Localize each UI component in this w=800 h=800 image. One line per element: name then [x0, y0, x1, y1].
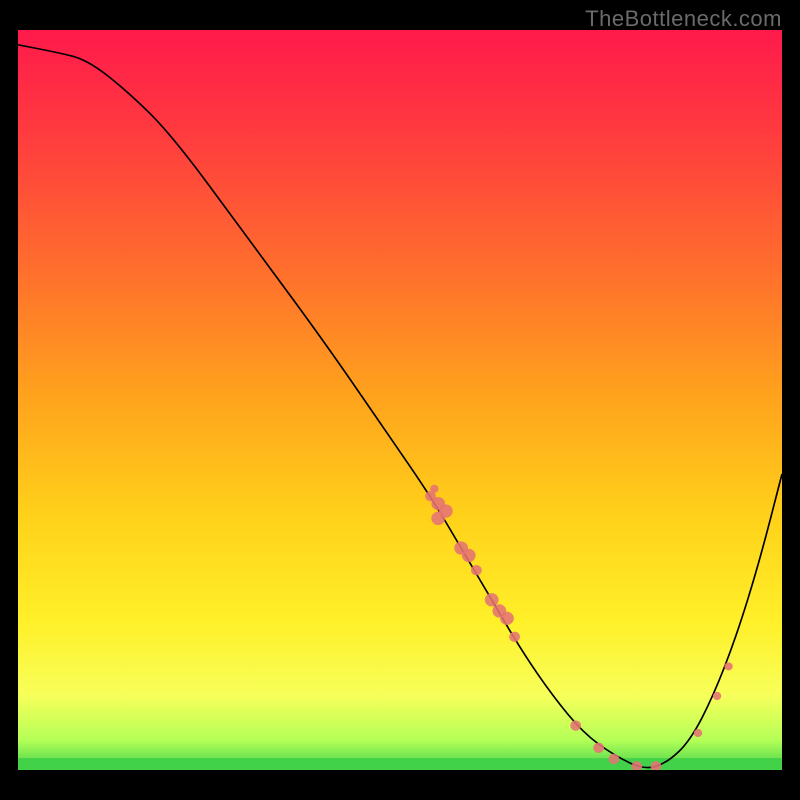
watermark: TheBottleneck.com — [585, 6, 782, 32]
data-point — [724, 662, 732, 670]
chart-frame: TheBottleneck.com — [0, 0, 800, 800]
data-point — [570, 720, 581, 730]
data-point — [471, 565, 482, 575]
data-point — [485, 593, 499, 606]
data-point — [593, 743, 604, 753]
bottleneck-chart — [18, 30, 782, 770]
data-point — [713, 692, 721, 700]
data-point — [509, 632, 520, 642]
data-point — [430, 485, 438, 493]
plot-area — [18, 30, 782, 770]
data-point — [694, 729, 702, 737]
data-point — [609, 754, 620, 764]
data-point — [431, 512, 445, 525]
data-point — [462, 549, 476, 562]
data-point — [500, 612, 514, 625]
heat-gradient-bg — [18, 30, 782, 770]
